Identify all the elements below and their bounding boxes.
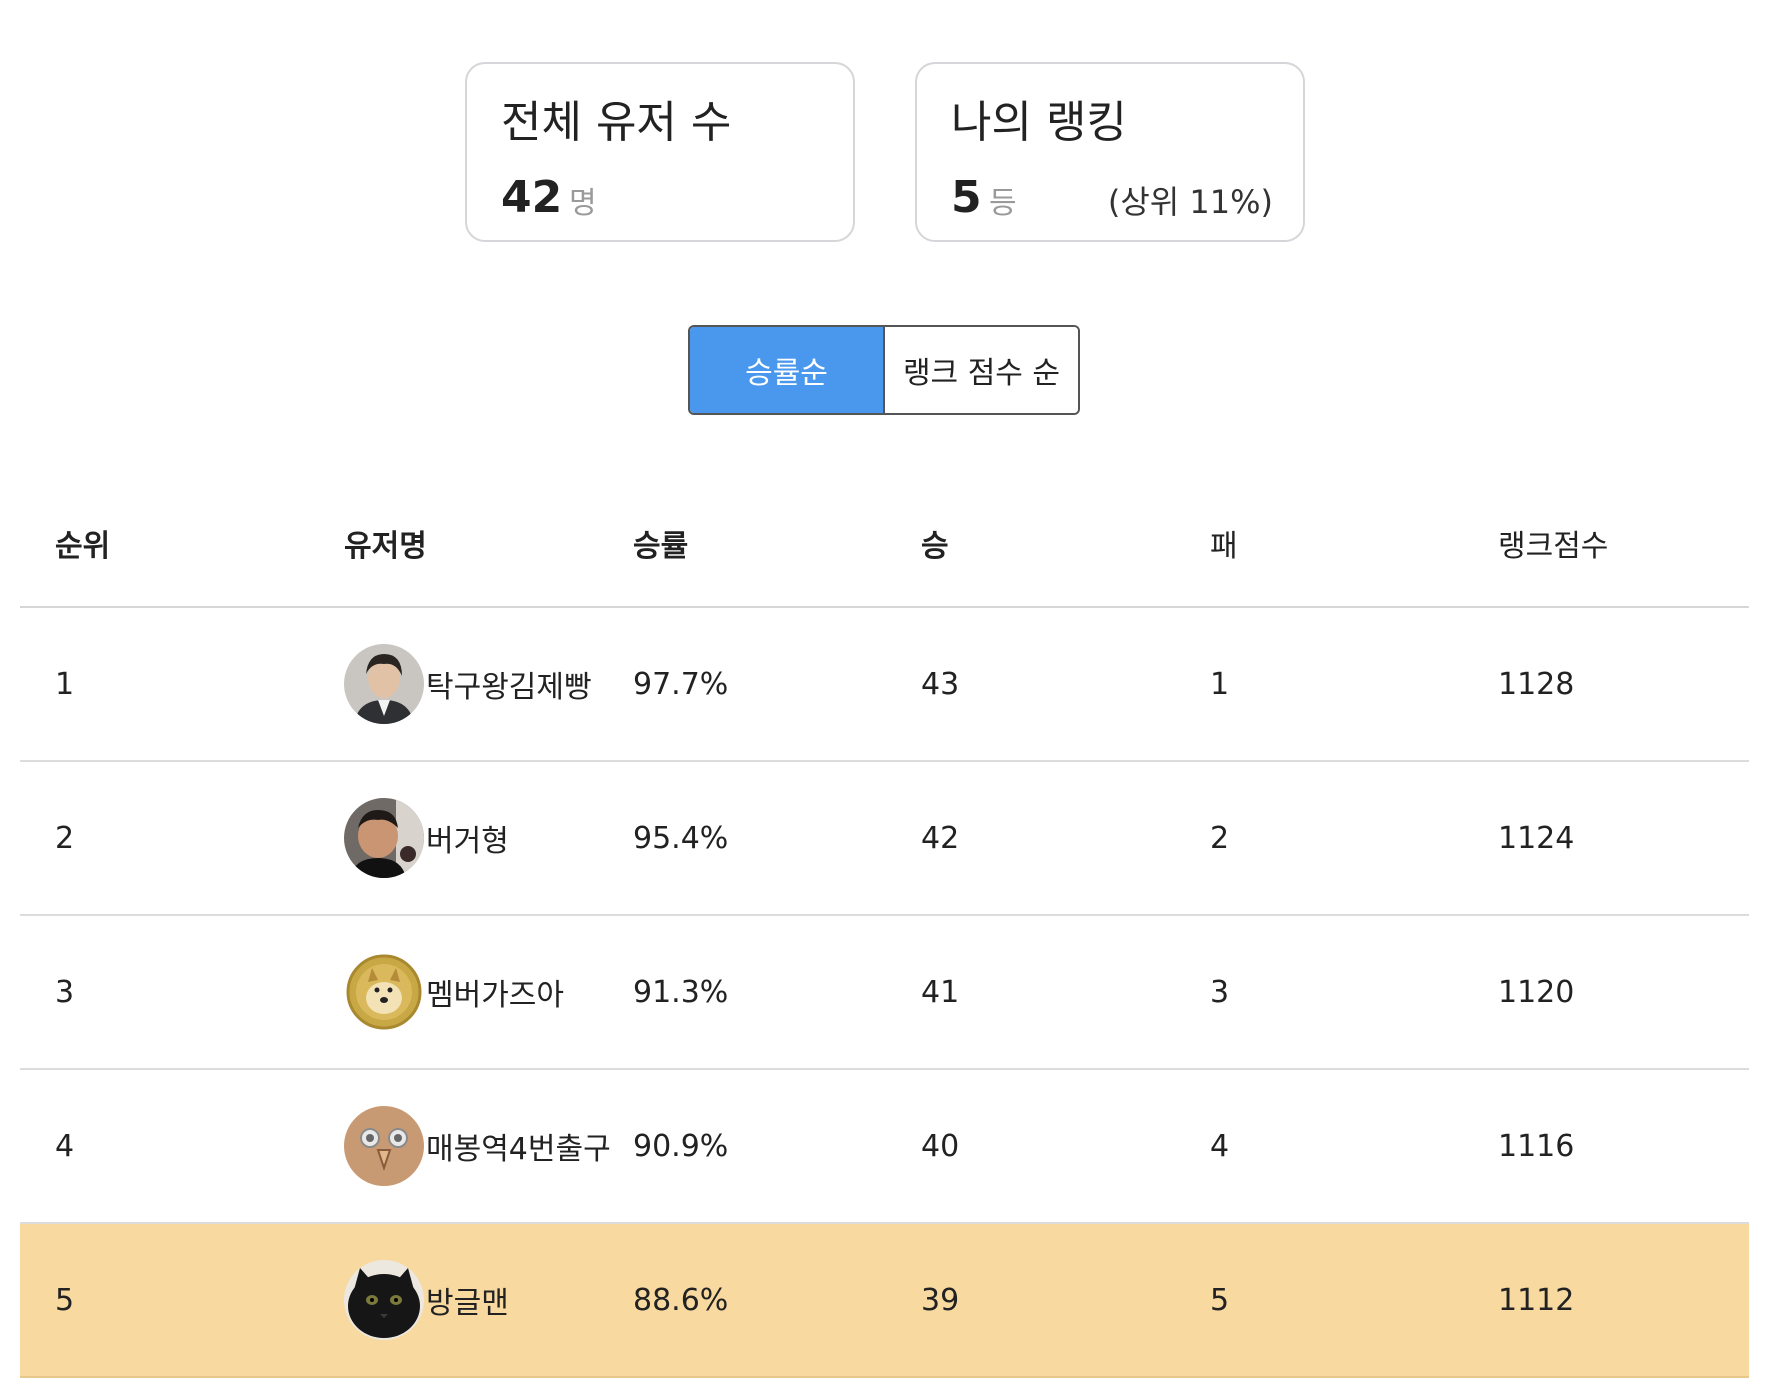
header-winrate[interactable]: 승률	[633, 480, 688, 606]
table-row[interactable]: 2 버거형 95.4% 42 2 1124	[20, 762, 1749, 916]
rank-score-cell: 1120	[1498, 974, 1575, 1010]
username: 매봉역4번출구	[426, 1132, 611, 1167]
person-avatar	[344, 644, 424, 724]
table-header: 순위 유저명 승률 승 패 랭크점수	[20, 480, 1749, 608]
winrate-cell: 90.9%	[633, 1128, 729, 1164]
losses-cell: 5	[1210, 1282, 1230, 1318]
winrate-cell: 97.7%	[633, 666, 729, 702]
losses-cell: 2	[1210, 820, 1230, 856]
table-row[interactable]: 1 탁구왕김제빵 97.7% 43 1 1128	[20, 608, 1749, 762]
winrate-cell: 88.6%	[633, 1282, 729, 1318]
table-row[interactable]: 4 매봉역4번출구 90.9% 40 4 1116	[20, 1070, 1749, 1224]
losses-cell: 3	[1210, 974, 1230, 1010]
total-users-value: 42	[501, 172, 563, 223]
wins-cell: 40	[921, 1128, 960, 1164]
black-cat-avatar	[344, 1260, 424, 1340]
user-cell: 버거형	[344, 762, 509, 914]
my-ranking-percentile: (상위 11%)	[1107, 183, 1273, 221]
ranking-table: 순위 유저명 승률 승 패 랭크점수 1 탁구왕김제빵 97.7% 43 1 1…	[20, 480, 1749, 1378]
person-avatar	[344, 798, 424, 878]
losses-cell: 1	[1210, 666, 1230, 702]
sort-toggle: 승률순 랭크 점수 순	[688, 325, 1080, 415]
wins-cell: 39	[921, 1282, 960, 1318]
user-cell: 멤버가즈아	[344, 916, 564, 1068]
table-row-current-user[interactable]: 5 방글맨 88.6% 39 5 1112	[20, 1224, 1749, 1378]
sort-by-winrate-button[interactable]: 승률순	[690, 327, 883, 413]
username: 탁구왕김제빵	[426, 670, 592, 705]
header-losses[interactable]: 패	[1210, 480, 1238, 606]
table-row[interactable]: 3 멤버가즈아 91.3% 41 3 1120	[20, 916, 1749, 1070]
wins-cell: 42	[921, 820, 960, 856]
losses-cell: 4	[1210, 1128, 1230, 1164]
header-rank-score[interactable]: 랭크점수	[1498, 480, 1608, 606]
rank-score-cell: 1116	[1498, 1128, 1575, 1164]
total-users-unit: 명	[569, 186, 597, 221]
winrate-cell: 95.4%	[633, 820, 729, 856]
user-cell: 방글맨	[344, 1224, 509, 1376]
wins-cell: 43	[921, 666, 960, 702]
username: 멤버가즈아	[426, 978, 564, 1013]
rank-score-cell: 1128	[1498, 666, 1575, 702]
rank-cell: 5	[55, 1282, 75, 1318]
user-cell: 매봉역4번출구	[344, 1070, 611, 1222]
rank-cell: 2	[55, 820, 75, 856]
rank-cell: 1	[55, 666, 75, 702]
username: 방글맨	[426, 1286, 509, 1321]
rank-score-cell: 1112	[1498, 1282, 1575, 1318]
wins-cell: 41	[921, 974, 960, 1010]
username: 버거형	[426, 824, 509, 859]
header-rank[interactable]: 순위	[55, 480, 110, 606]
total-users-title: 전체 유저 수	[501, 97, 732, 148]
my-ranking-card: 나의 랭킹 5 등 (상위 11%)	[915, 62, 1305, 242]
rank-score-cell: 1124	[1498, 820, 1575, 856]
winrate-cell: 91.3%	[633, 974, 729, 1010]
rank-cell: 4	[55, 1128, 75, 1164]
sort-by-rank-score-button[interactable]: 랭크 점수 순	[883, 327, 1078, 413]
owl-avatar	[344, 1106, 424, 1186]
rank-cell: 3	[55, 974, 75, 1010]
user-cell: 탁구왕김제빵	[344, 608, 592, 760]
my-ranking-title: 나의 랭킹	[951, 97, 1127, 148]
my-ranking-unit: 등	[989, 186, 1017, 221]
total-users-card: 전체 유저 수 42 명	[465, 62, 855, 242]
my-ranking-value: 5	[951, 172, 982, 223]
header-username[interactable]: 유저명	[344, 480, 427, 606]
doge-coin-avatar	[344, 952, 424, 1032]
header-wins[interactable]: 승	[921, 480, 949, 606]
